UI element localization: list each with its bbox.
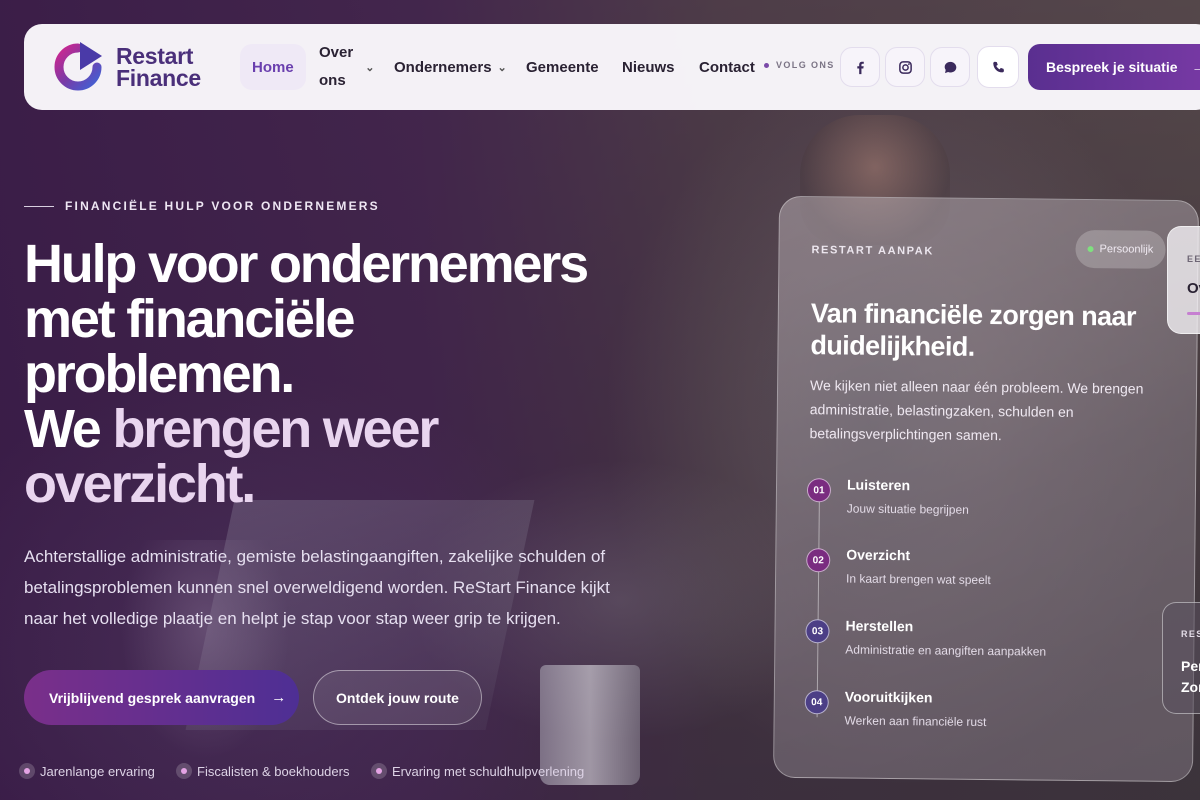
step-title: Overzicht bbox=[846, 546, 911, 564]
step-number: 02 bbox=[806, 548, 831, 573]
nav-link-nieuws[interactable]: Nieuws bbox=[622, 24, 675, 110]
nav-link-nieuws-label: Nieuws bbox=[622, 58, 675, 76]
follow-us-label: VOLG ONS bbox=[764, 60, 835, 70]
side-card-top: EE Ov bbox=[1167, 226, 1200, 334]
hero-eyebrow-text: FINANCIËLE HULP VOOR ONDERNEMERS bbox=[65, 199, 380, 213]
chevron-down-icon: ⌄ bbox=[365, 61, 375, 74]
request-conversation-label: Vrijblijvend gesprek aanvragen bbox=[49, 689, 256, 706]
bullet-icon bbox=[176, 763, 192, 779]
nav-link-home-label: Home bbox=[252, 58, 294, 76]
facebook-icon bbox=[856, 61, 864, 74]
hero-subtitle: Achterstallige administratie, gemiste be… bbox=[24, 547, 610, 628]
nav-link-gemeente[interactable]: Gemeente bbox=[526, 24, 599, 110]
side-card-bottom-title: Per Zor bbox=[1181, 656, 1200, 698]
discover-route-label: Ontdek jouw route bbox=[336, 689, 459, 706]
side-card-bottom: RES Per Zor bbox=[1162, 602, 1200, 714]
trust-item: Jarenlange ervaring bbox=[19, 763, 155, 779]
bullet-icon bbox=[371, 763, 387, 779]
step-item: 02 Overzicht In kaart brengen wat speelt bbox=[806, 546, 991, 588]
hero-title: Hulp voor ondernemers met financiële pro… bbox=[24, 237, 664, 512]
discover-route-button[interactable]: Ontdek jouw route bbox=[313, 670, 482, 725]
nav-link-home[interactable]: Home bbox=[240, 44, 306, 90]
hero-title-line-2: met financiële bbox=[24, 289, 356, 349]
step-item: 03 Herstellen Administratie en aangiften… bbox=[805, 617, 1047, 659]
restart-logo-icon bbox=[54, 42, 102, 91]
side-card-top-title: Ov bbox=[1187, 280, 1200, 297]
hero-title-accent: brengen weer bbox=[112, 399, 439, 459]
nav-link-contact-label: Contact bbox=[699, 58, 755, 76]
hero-title-line-4: We brengen weer bbox=[24, 402, 664, 457]
arrow-right-icon: → bbox=[1191, 59, 1200, 75]
step-description: Administratie en aangiften aanpakken bbox=[845, 642, 1047, 659]
follow-dot bbox=[764, 62, 769, 68]
step-title: Vooruitkijken bbox=[844, 688, 933, 706]
hero-title-line-5: overzicht. bbox=[24, 454, 256, 514]
phone-button[interactable] bbox=[977, 46, 1019, 88]
site-header: Restart Finance Home Over ons ⌄ Ondernem… bbox=[24, 24, 1200, 110]
status-badge-label: Persoonlijk bbox=[1099, 243, 1154, 256]
chat-icon bbox=[944, 61, 956, 73]
restart-approach-card: RESTART AANPAK Persoonlijk Van financiël… bbox=[772, 195, 1200, 783]
step-title: Luisteren bbox=[846, 476, 911, 494]
arrow-right-icon: → bbox=[271, 689, 287, 706]
status-dot bbox=[1087, 246, 1094, 253]
side-card-bottom-line-1: Per bbox=[1181, 658, 1200, 674]
hero-title-line-3: problemen. bbox=[24, 344, 295, 404]
logo-text: Restart Finance bbox=[116, 43, 201, 91]
nav-link-over-ons-label: Over ons bbox=[319, 39, 353, 95]
instagram-icon bbox=[898, 60, 912, 74]
side-card-bottom-line-2: Zor bbox=[1181, 679, 1200, 695]
trust-item-label: Ervaring met schuldhulpverlening bbox=[392, 763, 585, 779]
trust-item-label: Fiscalisten & boekhouders bbox=[197, 763, 350, 779]
step-description: Jouw situatie begrijpen bbox=[846, 501, 969, 517]
phone-icon bbox=[992, 61, 1004, 72]
nav-link-contact[interactable]: Contact bbox=[699, 24, 755, 110]
nav-link-over-ons[interactable]: Over ons ⌄ bbox=[319, 24, 374, 110]
step-number: 03 bbox=[805, 619, 830, 644]
hero-title-we: We bbox=[24, 399, 113, 459]
card-eyebrow: RESTART AANPAK bbox=[811, 244, 934, 258]
chevron-down-icon: ⌄ bbox=[497, 61, 507, 74]
side-card-progress-bar bbox=[1187, 312, 1200, 315]
step-number: 01 bbox=[806, 478, 832, 503]
side-card-bottom-eyebrow: RES bbox=[1181, 629, 1200, 639]
bespreek-situatie-button[interactable]: Bespreek je situatie → bbox=[1028, 44, 1200, 90]
chat-button[interactable] bbox=[930, 47, 970, 87]
trust-item: Ervaring met schuldhulpverlening bbox=[371, 763, 584, 779]
step-item: 01 Luisteren Jouw situatie begrijpen bbox=[806, 476, 969, 517]
hero-eyebrow: FINANCIËLE HULP VOOR ONDERNEMERS bbox=[24, 199, 380, 213]
step-description: In kaart brengen wat speelt bbox=[845, 571, 991, 588]
hero-title-line-1: Hulp voor ondernemers bbox=[24, 234, 589, 294]
step-item: 04 Vooruitkijken Werken aan financiële r… bbox=[804, 688, 987, 730]
step-title: Herstellen bbox=[845, 617, 914, 635]
instagram-button[interactable] bbox=[885, 47, 925, 87]
logo-line-2: Finance bbox=[116, 65, 201, 91]
over-ons-line-2: ons bbox=[319, 72, 346, 89]
card-text: We kijken niet alleen naar één probleem.… bbox=[809, 377, 1144, 444]
status-badge: Persoonlijk bbox=[1075, 229, 1166, 269]
nav-link-gemeente-label: Gemeente bbox=[526, 58, 599, 76]
request-conversation-button[interactable]: Vrijblijvend gesprek aanvragen → bbox=[24, 670, 299, 725]
bullet-icon bbox=[19, 763, 35, 779]
facebook-button[interactable] bbox=[840, 47, 880, 87]
follow-us-text: VOLG ONS bbox=[776, 60, 835, 70]
trust-item: Fiscalisten & boekhouders bbox=[176, 763, 349, 779]
step-description: Werken aan financiële rust bbox=[844, 713, 987, 730]
trust-item-label: Jarenlange ervaring bbox=[40, 763, 155, 779]
logo[interactable]: Restart Finance bbox=[52, 40, 201, 94]
over-ons-line-1: Over bbox=[319, 44, 354, 61]
side-card-top-eyebrow: EE bbox=[1187, 254, 1200, 264]
logo-line-1: Restart bbox=[116, 43, 194, 69]
steps-connector-line bbox=[816, 497, 820, 718]
step-number: 04 bbox=[804, 690, 829, 715]
bespreek-situatie-label: Bespreek je situatie bbox=[1046, 59, 1178, 75]
card-title: Van financiële zorgen naar duidelijkheid… bbox=[810, 298, 1136, 362]
eyebrow-line bbox=[24, 205, 54, 207]
nav-link-ondernemers[interactable]: Ondernemers ⌄ bbox=[394, 24, 507, 110]
nav-link-ondernemers-label: Ondernemers bbox=[394, 58, 492, 76]
